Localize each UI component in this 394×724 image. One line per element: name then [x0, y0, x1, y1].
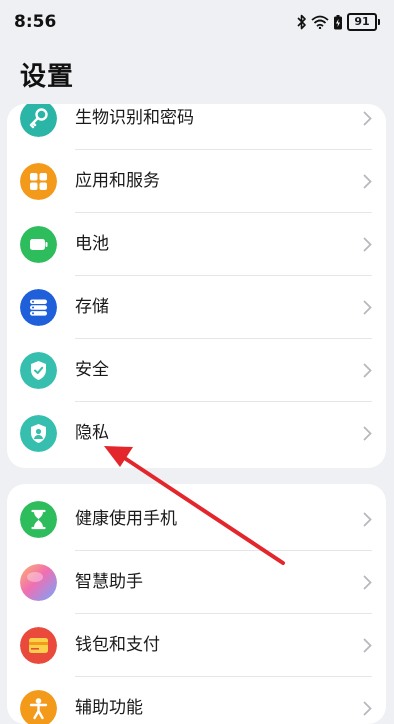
- wallet-icon: [20, 627, 57, 664]
- settings-item-label: 生物识别和密码: [75, 108, 194, 128]
- settings-item-smart-assistant[interactable]: 智慧助手: [7, 551, 386, 614]
- wifi-icon: [311, 15, 329, 29]
- settings-item-storage[interactable]: 存储: [7, 276, 386, 339]
- settings-item-apps-services[interactable]: 应用和服务: [7, 150, 386, 213]
- shield-check-icon: [20, 352, 57, 389]
- settings-item-battery[interactable]: 电池: [7, 213, 386, 276]
- settings-item-label: 存储: [75, 297, 109, 317]
- settings-item-label: 健康使用手机: [75, 509, 177, 529]
- settings-item-label: 应用和服务: [75, 171, 160, 191]
- chevron-right-icon: [363, 575, 372, 590]
- chevron-right-icon: [363, 512, 372, 527]
- settings-item-digital-balance[interactable]: 健康使用手机: [7, 488, 386, 551]
- settings-item-label: 钱包和支付: [75, 635, 160, 655]
- accessibility-icon: [20, 690, 57, 724]
- status-bar: 8:56 91: [0, 0, 394, 44]
- chevron-right-icon: [363, 300, 372, 315]
- battery-icon: [20, 226, 57, 263]
- settings-item-security[interactable]: 安全: [7, 339, 386, 402]
- battery-level: 91: [347, 13, 377, 31]
- chevron-right-icon: [363, 701, 372, 716]
- key-icon: [20, 104, 57, 137]
- bluetooth-icon: [297, 14, 306, 30]
- chevron-right-icon: [363, 237, 372, 252]
- assistant-orb-icon: [20, 564, 57, 601]
- chevron-right-icon: [363, 426, 372, 441]
- chevron-right-icon: [363, 111, 372, 126]
- settings-item-label: 辅助功能: [75, 698, 143, 718]
- status-time: 8:56: [14, 12, 57, 32]
- chevron-right-icon: [363, 363, 372, 378]
- page-title: 设置: [20, 62, 75, 92]
- settings-group-general: 健康使用手机 智慧助手 钱包和支付 辅助功能: [7, 484, 386, 724]
- battery-icon: 91: [347, 13, 380, 31]
- settings-item-label: 电池: [75, 234, 109, 254]
- settings-item-label: 隐私: [75, 423, 109, 443]
- battery-saver-icon: [334, 14, 342, 29]
- settings-item-accessibility[interactable]: 辅助功能: [7, 677, 386, 724]
- chevron-right-icon: [363, 174, 372, 189]
- hourglass-icon: [20, 501, 57, 538]
- chevron-right-icon: [363, 638, 372, 653]
- apps-grid-icon: [20, 163, 57, 200]
- settings-item-biometrics[interactable]: 生物识别和密码: [7, 104, 386, 150]
- settings-item-privacy[interactable]: 隐私: [7, 402, 386, 465]
- settings-group-security: 生物识别和密码 应用和服务 电池 存储 安全 隐私: [7, 104, 386, 468]
- settings-item-label: 智慧助手: [75, 572, 143, 592]
- storage-icon: [20, 289, 57, 326]
- privacy-shield-icon: [20, 415, 57, 452]
- settings-item-wallet[interactable]: 钱包和支付: [7, 614, 386, 677]
- settings-item-label: 安全: [75, 360, 109, 380]
- status-icons: 91: [297, 13, 380, 31]
